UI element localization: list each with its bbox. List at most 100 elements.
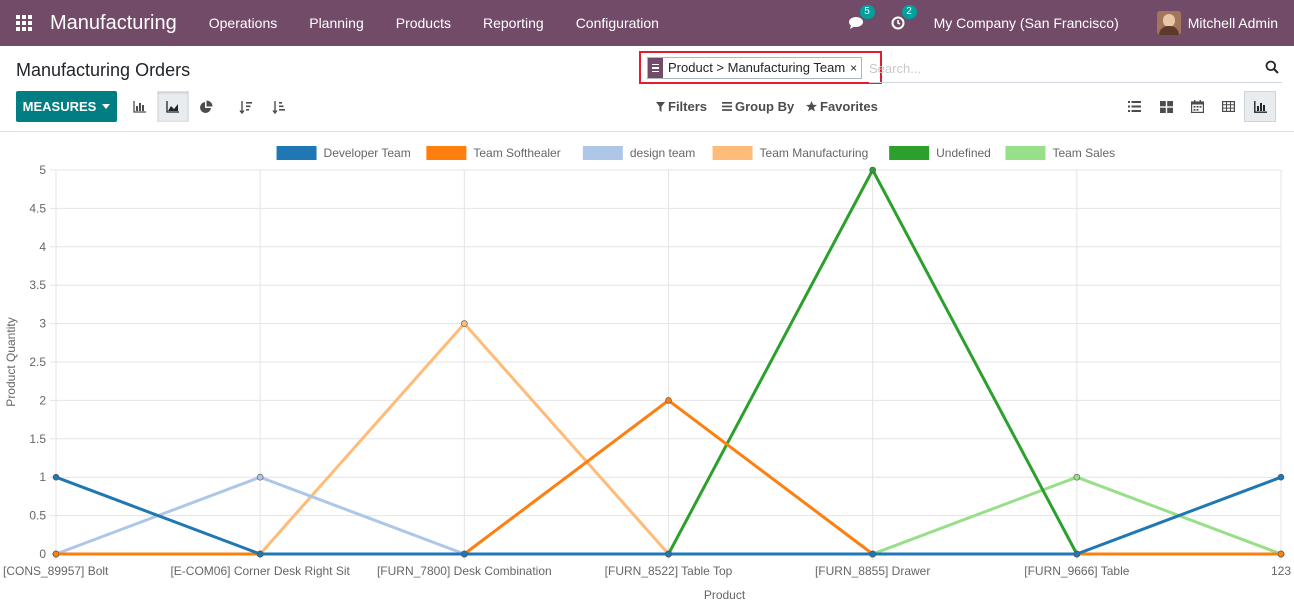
bar-chart-icon — [133, 100, 146, 113]
data-point — [665, 397, 672, 404]
x-tick-label: [FURN_9666] Table — [1024, 564, 1129, 578]
favorites-button[interactable]: Favorites — [806, 99, 878, 114]
systray: 5 2 My Company (San Francisco) Mitchell … — [844, 0, 1294, 46]
facet-label: Product > Manufacturing Team — [668, 60, 846, 75]
calendar-view-button[interactable] — [1181, 91, 1213, 122]
pivot-view-icon — [1221, 101, 1235, 112]
x-tick-label: 123 — [1271, 564, 1291, 578]
clock-icon — [891, 16, 905, 30]
data-point — [256, 473, 264, 481]
y-tick-label: 0.5 — [29, 509, 46, 523]
menu-reporting[interactable]: Reporting — [467, 0, 560, 46]
data-point — [869, 550, 876, 558]
sort-descending-button[interactable] — [230, 91, 262, 122]
list-icon — [722, 102, 732, 111]
y-tick-label: 5 — [39, 163, 46, 177]
activities-count-badge: 2 — [901, 5, 917, 19]
search-underline — [869, 82, 1282, 83]
graph-view-button[interactable] — [1244, 91, 1276, 122]
y-tick-label: 4 — [39, 240, 46, 254]
menu-operations[interactable]: Operations — [193, 0, 293, 46]
data-point — [1073, 550, 1081, 558]
avatar — [1156, 11, 1181, 35]
menu-planning[interactable]: Planning — [293, 0, 380, 46]
legend-swatch — [712, 146, 753, 160]
filters-label: Filters — [668, 99, 708, 114]
top-navbar: Manufacturing Operations Planning Produc… — [0, 0, 1294, 46]
legend-swatch — [582, 146, 623, 160]
sort-ascending-icon — [272, 100, 285, 114]
user-name: Mitchell Admin — [1187, 15, 1278, 31]
sort-ascending-button[interactable] — [263, 91, 295, 122]
legend-label: Undefined — [936, 146, 991, 160]
line-chart-icon — [166, 100, 179, 113]
group-by-button[interactable]: Group By — [722, 99, 794, 114]
legend-swatch — [889, 146, 930, 160]
list-view-icon — [1127, 101, 1141, 112]
chat-icon — [848, 17, 863, 29]
x-tick-label: [CONS_89957] Bolt — [3, 564, 109, 578]
data-point — [1073, 473, 1081, 481]
company-switcher[interactable]: My Company (San Francisco) — [934, 15, 1119, 31]
legend-label: Team Manufacturing — [760, 146, 869, 160]
menu-products[interactable]: Products — [380, 0, 467, 46]
y-tick-label: 3 — [39, 317, 46, 331]
measures-button[interactable]: MEASURES — [16, 91, 117, 122]
data-point — [1277, 550, 1285, 558]
legend-swatch — [426, 146, 467, 160]
bar-chart-button[interactable] — [124, 91, 156, 122]
apps-menu-icon[interactable] — [16, 14, 33, 32]
legend-swatch — [276, 146, 317, 160]
list-view-button[interactable] — [1118, 91, 1150, 122]
caret-down-icon — [102, 104, 111, 109]
legend-label: design team — [630, 146, 695, 160]
measures-label: MEASURES — [22, 99, 97, 114]
search-icon[interactable] — [1265, 60, 1279, 74]
graph-view: 0 0.5 1 1.5 2 2.5 3 3.5 4 4.5 5 [CONS_89957] Bolt [E… — [0, 133, 1294, 607]
group-by-facet-icon — [648, 58, 663, 78]
activities-button[interactable]: 2 — [886, 5, 917, 35]
legend-label: Team Sales — [1052, 146, 1115, 160]
data-point — [52, 473, 60, 481]
group-by-label: Group By — [735, 99, 795, 114]
star-icon — [806, 101, 817, 112]
legend-swatch — [1005, 146, 1046, 160]
line-chart: 0 0.5 1 1.5 2 2.5 3 3.5 4 4.5 5 [CONS_89957] Bolt [E… — [3, 146, 1291, 602]
main-menu: Operations Planning Products Reporting C… — [193, 0, 675, 46]
messaging-button[interactable]: 5 — [844, 5, 875, 35]
page-title[interactable]: Manufacturing Orders — [16, 60, 190, 81]
kanban-view-icon — [1159, 100, 1173, 113]
app-brand[interactable]: Manufacturing — [50, 12, 177, 35]
search-input[interactable] — [869, 58, 1249, 78]
search-facet[interactable]: Product > Manufacturing Team × — [647, 57, 863, 79]
y-tick-label: 0 — [39, 547, 46, 561]
x-tick-label: [FURN_8522] Table Top — [605, 564, 733, 578]
graph-view-icon — [1253, 100, 1267, 113]
pie-chart-button[interactable] — [190, 91, 222, 122]
data-point — [461, 550, 468, 558]
user-menu[interactable]: Mitchell Admin — [1156, 11, 1278, 35]
x-tick-label: [E-COM06] Corner Desk Right Sit — [170, 564, 350, 578]
calendar-view-icon — [1190, 100, 1204, 113]
x-axis-title: Product — [704, 588, 746, 602]
facet-remove-icon[interactable]: × — [850, 58, 861, 78]
sort-descending-icon — [239, 100, 252, 114]
data-point — [52, 550, 60, 558]
filter-icon — [656, 101, 665, 112]
filters-button[interactable]: Filters — [656, 99, 707, 114]
y-axis-title: Product Quantity — [4, 317, 18, 406]
menu-configuration[interactable]: Configuration — [560, 0, 675, 46]
x-tick-label: [FURN_8855] Drawer — [815, 564, 930, 578]
y-tick-label: 1.5 — [29, 432, 46, 446]
line-chart-button[interactable] — [157, 91, 189, 122]
data-point — [461, 320, 468, 327]
y-tick-label: 2.5 — [29, 355, 46, 369]
kanban-view-button[interactable] — [1150, 91, 1182, 122]
y-tick-label: 1 — [39, 470, 46, 484]
pivot-view-button[interactable] — [1212, 91, 1244, 122]
data-point — [869, 166, 876, 174]
pie-chart-icon — [200, 100, 213, 113]
data-point — [665, 550, 672, 558]
data-point — [1277, 473, 1285, 481]
y-tick-label: 4.5 — [29, 201, 46, 215]
